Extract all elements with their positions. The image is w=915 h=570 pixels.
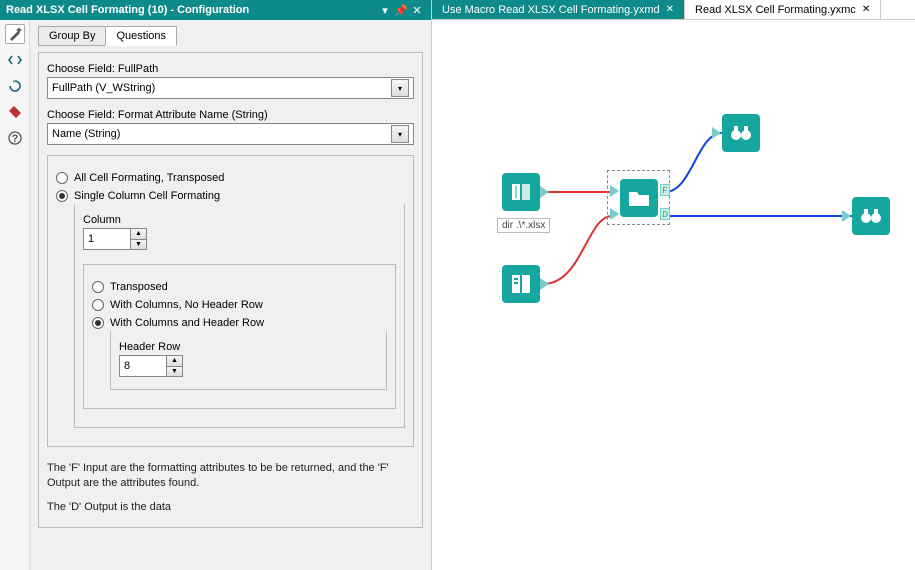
header-row-label: Header Row (119, 341, 378, 353)
single-column-group: x Column 1 ▲ ▼ Transpose (74, 204, 405, 428)
field1-dropdown[interactable]: FullPath (V_WString) ▾ (47, 77, 414, 99)
panel-close-icon[interactable]: ✕ (409, 4, 425, 17)
binoculars-icon (859, 204, 883, 228)
tag-icon[interactable] (5, 102, 25, 122)
anchor-in-icon (610, 185, 619, 197)
binoculars-icon (729, 121, 753, 145)
radio-withcols-nohdr-label: With Columns, No Header Row (110, 299, 263, 311)
panel-body: ? Group By Questions Choose Field: FullP… (0, 20, 431, 570)
field1-value: FullPath (V_WString) (52, 82, 391, 94)
tab-questions[interactable]: Questions (105, 26, 177, 46)
panel-dropdown-icon[interactable]: ▾ (377, 4, 393, 17)
config-area: Group By Questions Choose Field: FullPat… (30, 20, 431, 570)
spinner: ▲ ▼ (130, 229, 146, 249)
radio-icon (92, 317, 104, 329)
field1-label: Choose Field: FullPath (47, 63, 414, 75)
help-text-2: The 'D' Output is the data (47, 500, 414, 515)
header-row-value: 8 (120, 356, 166, 376)
radio-all-label: All Cell Formating, Transposed (74, 172, 224, 184)
folder-icon (627, 186, 651, 210)
browse-tool-node-d[interactable] (852, 197, 890, 235)
spinner-up-icon[interactable]: ▲ (166, 356, 182, 367)
anchor-in-icon (712, 127, 721, 139)
panel-title: Read XLSX Cell Formating (10) - Configur… (6, 4, 377, 16)
anchor-d-label: D (660, 208, 670, 220)
configuration-panel: Read XLSX Cell Formating (10) - Configur… (0, 0, 432, 570)
questions-group: Choose Field: FullPath FullPath (V_WStri… (38, 52, 423, 528)
text-input-icon (509, 272, 533, 296)
dropdown-arrow-icon[interactable]: ▾ (391, 125, 409, 143)
column-layout-group: Transposed With Columns, No Header Row W… (83, 264, 396, 409)
close-icon[interactable]: ✕ (862, 4, 870, 15)
panel-header: Read XLSX Cell Formating (10) - Configur… (0, 0, 431, 20)
directory-tool-node[interactable] (502, 173, 540, 211)
svg-text:?: ? (11, 133, 18, 145)
refresh-icon[interactable] (5, 76, 25, 96)
radio-transposed[interactable]: Transposed (92, 281, 387, 293)
column-value: 1 (84, 229, 130, 249)
document-tabs: Use Macro Read XLSX Cell Formating.yxmd … (432, 0, 915, 20)
doc-tab-2-label: Read XLSX Cell Formating.yxmc (695, 4, 856, 16)
doc-tab-1-label: Use Macro Read XLSX Cell Formating.yxmd (442, 4, 660, 16)
wire-textinput-to-macro (543, 216, 612, 284)
wand-icon[interactable] (5, 24, 25, 44)
text-input-tool-node[interactable] (502, 265, 540, 303)
radio-withcols-nohdr[interactable]: With Columns, No Header Row (92, 299, 387, 311)
radio-all-cell[interactable]: All Cell Formating, Transposed (56, 172, 405, 184)
config-toolbar: ? (0, 20, 30, 570)
radio-single-label: Single Column Cell Formating (74, 190, 220, 202)
spinner-up-icon[interactable]: ▲ (130, 229, 146, 240)
help-text-1: The 'F' Input are the formatting attribu… (47, 461, 414, 492)
code-icon[interactable] (5, 50, 25, 70)
anchor-out-icon (540, 278, 549, 290)
close-icon[interactable]: ✕ (666, 4, 674, 15)
dropdown-arrow-icon[interactable]: ▾ (391, 79, 409, 97)
anchor-f-label: F (660, 184, 670, 196)
radio-icon (56, 172, 68, 184)
radio-single-column[interactable]: Single Column Cell Formating (56, 190, 405, 202)
workflow-panel: Use Macro Read XLSX Cell Formating.yxmd … (432, 0, 915, 570)
spinner-down-icon[interactable]: ▼ (166, 367, 182, 377)
directory-node-label: dir .\*.xlsx (497, 218, 550, 233)
column-label: Column (83, 214, 396, 226)
anchor-in-icon (610, 208, 619, 220)
directory-icon (509, 180, 533, 204)
radio-withcols-hdr-label: With Columns and Header Row (110, 317, 264, 329)
column-stepper[interactable]: 1 ▲ ▼ (83, 228, 147, 250)
macro-tool-node[interactable] (620, 179, 658, 217)
panel-pin-icon[interactable]: 📌 (393, 4, 409, 17)
field2-value: Name (String) (52, 128, 391, 140)
help-icon[interactable]: ? (5, 128, 25, 148)
radio-icon (92, 281, 104, 293)
anchor-in-icon (842, 210, 851, 222)
radio-icon (56, 190, 68, 202)
radio-icon (92, 299, 104, 311)
doc-tab-1[interactable]: Use Macro Read XLSX Cell Formating.yxmd … (432, 0, 685, 19)
header-row-group: x Header Row 8 ▲ ▼ (110, 331, 387, 390)
field2-label: Choose Field: Format Attribute Name (Str… (47, 109, 414, 121)
header-row-stepper[interactable]: 8 ▲ ▼ (119, 355, 183, 377)
doc-tab-2[interactable]: Read XLSX Cell Formating.yxmc ✕ (685, 0, 881, 19)
config-tabs: Group By Questions (38, 26, 423, 46)
browse-tool-node-f[interactable] (722, 114, 760, 152)
radio-transposed-label: Transposed (110, 281, 168, 293)
workflow-canvas[interactable]: dir .\*.xlsx F D (432, 20, 915, 570)
radio-withcols-hdr[interactable]: With Columns and Header Row (92, 317, 387, 329)
field2-dropdown[interactable]: Name (String) ▾ (47, 123, 414, 145)
spinner-down-icon[interactable]: ▼ (130, 240, 146, 250)
anchor-out-icon (540, 186, 549, 198)
spinner: ▲ ▼ (166, 356, 182, 376)
tab-group-by[interactable]: Group By (38, 26, 106, 46)
formating-options-group: All Cell Formating, Transposed Single Co… (47, 155, 414, 447)
wire-macro-to-browse-f (665, 133, 722, 192)
